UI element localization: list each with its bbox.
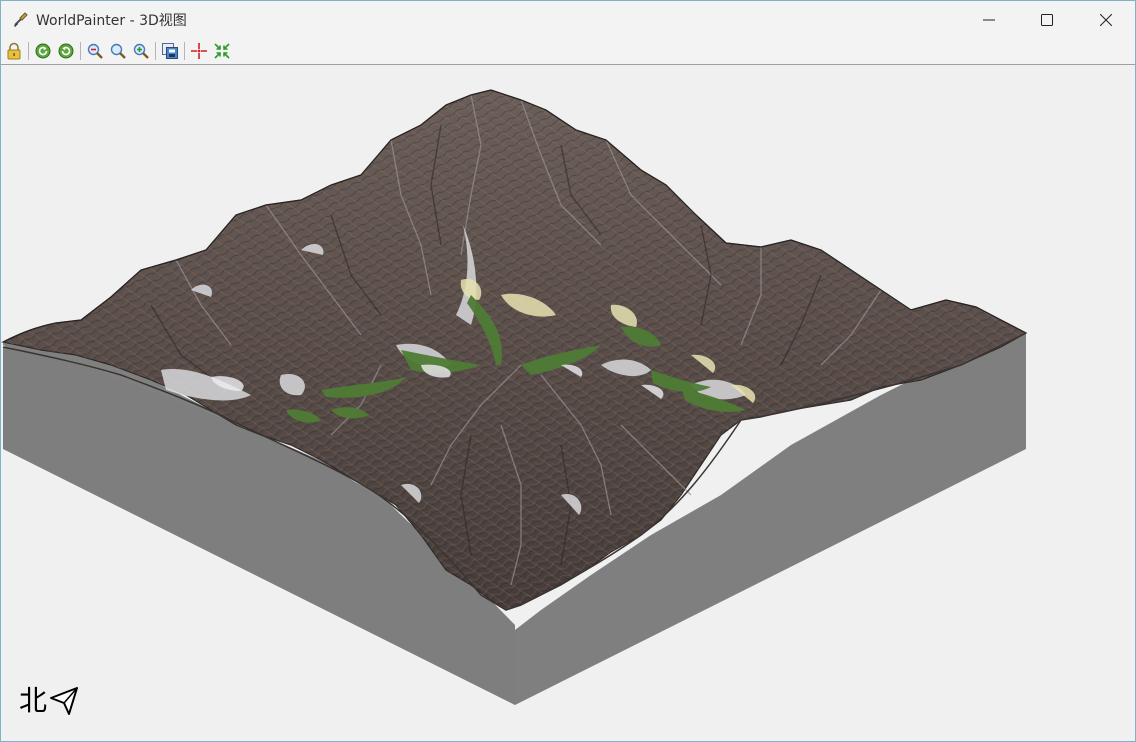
paintbrush-icon [14,12,28,27]
north-compass: 北 [19,686,79,716]
window-title: WorldPainter - 3D视图 [36,13,187,29]
title-bar[interactable]: WorldPainter - 3D视图 [1,1,1135,38]
rotate-right-icon[interactable] [57,42,75,60]
zoom-out-icon[interactable] [86,42,104,60]
move-to-spawn-icon[interactable] [190,42,208,60]
worldpainter-3d-window: WorldPainter - 3D视图 北 [0,0,1136,742]
3d-viewport[interactable]: 北 [1,65,1135,741]
toolbar-separator [184,42,185,60]
terrain-ridge-texture-secondary [3,90,1026,610]
rotate-left-icon[interactable] [34,42,52,60]
maximize-button[interactable] [1018,1,1076,38]
export-image-icon[interactable] [161,42,179,60]
minimize-icon [983,19,995,20]
close-button[interactable] [1077,1,1135,38]
north-label: 北 [19,684,48,717]
minimize-button[interactable] [960,1,1018,38]
maximize-icon [1041,13,1053,26]
close-icon [1100,13,1112,26]
lock-icon[interactable] [5,42,23,60]
toolbar-separator [80,42,81,60]
toolbar-separator [155,42,156,60]
zoom-reset-icon[interactable] [109,42,127,60]
terrain-render[interactable] [1,65,1135,741]
north-arrow-icon [50,687,79,715]
zoom-in-icon[interactable] [132,42,150,60]
toolbar [1,38,1135,65]
toolbar-separator [28,42,29,60]
move-to-origin-icon[interactable] [213,42,231,60]
